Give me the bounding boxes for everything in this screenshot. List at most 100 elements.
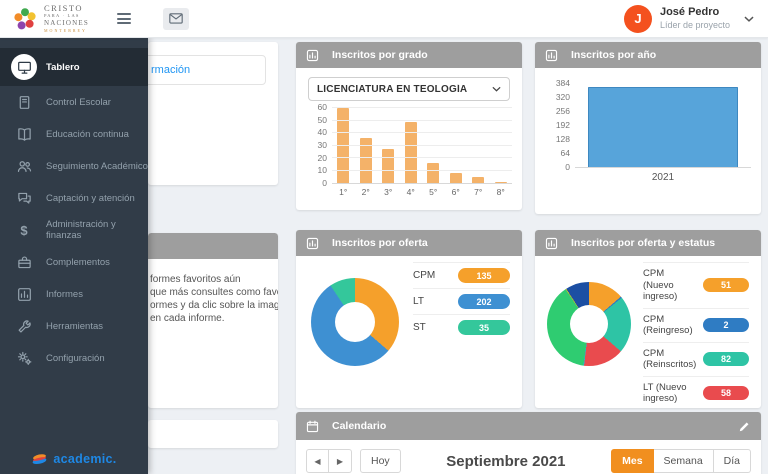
top-header: CRISTO PARA · LAS NACIONES MONTERREY J J… <box>0 0 768 38</box>
y-tick-label: 256 <box>556 106 570 116</box>
info-link[interactable]: rmación <box>148 64 190 76</box>
legend-value-badge: 2 <box>703 318 749 332</box>
card-inscritos-por-oferta: Inscritos por oferta CPM135LT202ST35 <box>296 230 522 408</box>
favorites-card: formes favoritos aúnque más consultes co… <box>148 233 278 408</box>
legend-value-badge: 135 <box>458 268 510 283</box>
y-tick-label: 0 <box>565 162 570 172</box>
sidebar-item-tablero[interactable]: Tablero <box>0 48 148 86</box>
x-tick-label: 3° <box>377 187 400 197</box>
monitor-icon <box>11 54 37 80</box>
legend-row: CPM (Reinscritos)82 <box>643 342 749 376</box>
card-header: Inscritos por grado <box>296 42 522 68</box>
users-icon <box>15 157 33 175</box>
legend-label: LT <box>413 296 458 308</box>
sidebar-item-label: Complementos <box>46 257 110 268</box>
calendar-view-button-dia[interactable]: Día <box>714 449 751 473</box>
favorites-text-line: en cada informe. <box>150 312 274 325</box>
favorites-text: formes favoritos aúnque más consultes co… <box>148 259 278 325</box>
sidebar-item-administracion-finanzas[interactable]: $Administración y finanzas <box>0 214 148 246</box>
legend-row: LT202 <box>413 288 510 314</box>
legend-row: ST35 <box>413 314 510 340</box>
bar-5° <box>427 163 439 183</box>
x-tick-label: 4° <box>400 187 423 197</box>
x-tick-label: 5° <box>422 187 445 197</box>
calendar-view-button-mes[interactable]: Mes <box>611 449 653 473</box>
x-tick-label: 2° <box>355 187 378 197</box>
donut-hole <box>335 302 376 343</box>
calendar-title: Calendario <box>332 420 386 432</box>
legend-row: CPM (Reingreso)2 <box>643 308 749 342</box>
favorites-text-line: ormes y da clic sobre la imagen de <box>150 299 274 312</box>
sidebar-item-informes[interactable]: Informes <box>0 278 148 310</box>
x-tick-label: 8° <box>490 187 513 197</box>
sidebar-item-educacion-continua[interactable]: Educación continua <box>0 118 148 150</box>
partial-card <box>148 420 278 448</box>
x-tick-label: 2021 <box>575 172 751 183</box>
calendar-next-button[interactable]: ▶ <box>329 449 352 473</box>
y-tick-label: 20 <box>318 153 327 163</box>
calendar-prev-button[interactable]: ◀ <box>306 449 329 473</box>
grado-bar-chart: 0102030405060 1°2°3°4°5°6°7°8° <box>296 108 522 197</box>
brand-label: academic. <box>53 452 116 466</box>
info-card: rmación <box>148 42 278 185</box>
legend-label: LT (Nuevo ingreso) <box>643 382 703 405</box>
org-logo: CRISTO PARA · LAS NACIONES MONTERREY <box>12 4 89 33</box>
info-link-box[interactable]: rmación <box>148 55 266 85</box>
bar-8° <box>495 182 507 183</box>
calendar-view-button-semana[interactable]: Semana <box>654 449 714 473</box>
bar-2021 <box>588 87 738 167</box>
chat-bubbles-icon <box>15 189 33 207</box>
calendar-icon <box>306 420 319 433</box>
x-tick-label: 7° <box>467 187 490 197</box>
y-tick-label: 30 <box>318 140 327 150</box>
chevron-down-icon <box>744 16 754 22</box>
card-title: Inscritos por oferta y estatus <box>571 237 715 249</box>
gears-icon <box>15 349 33 367</box>
logo-line3: NACIONES <box>44 20 89 27</box>
x-tick-label: 1° <box>332 187 355 197</box>
card-title: Inscritos por año <box>571 49 656 61</box>
card-title: Inscritos por oferta <box>332 237 428 249</box>
program-select-value: LICENCIATURA EN TEOLOGÍA <box>317 84 492 95</box>
sidebar-item-label: Administración y finanzas <box>46 219 148 241</box>
calendar-today-button[interactable]: Hoy <box>360 449 401 473</box>
user-menu[interactable]: J José Pedro Líder de proyecto <box>624 5 756 33</box>
sidebar-item-herramientas[interactable]: Herramientas <box>0 310 148 342</box>
favorites-text-line: formes favoritos aún <box>150 273 274 286</box>
org-logo-icon <box>12 6 38 32</box>
mail-button[interactable] <box>163 8 189 30</box>
legend-value-badge: 35 <box>458 320 510 335</box>
sidebar-item-seguimiento-academico[interactable]: Seguimiento Académico <box>0 150 148 182</box>
logo-line1: CRISTO <box>44 4 89 13</box>
estatus-legend: CPM (Nuevo ingreso)51CPM (Reingreso)2CPM… <box>643 262 749 408</box>
envelope-icon <box>168 11 184 26</box>
legend-label: ST <box>413 322 458 334</box>
y-tick-label: 192 <box>556 120 570 130</box>
sidebar-item-control-escolar[interactable]: Control Escolar <box>0 86 148 118</box>
y-tick-label: 384 <box>556 78 570 88</box>
calendar-view-switcher: MesSemanaDía <box>611 449 751 473</box>
program-select[interactable]: LICENCIATURA EN TEOLOGÍA <box>308 77 510 101</box>
calendar-toolbar: ◀ ▶ Hoy Septiembre 2021 MesSemanaDía <box>296 440 761 473</box>
legend-label: CPM <box>413 270 458 282</box>
card-inscritos-por-oferta-y-estatus: Inscritos por oferta y estatus CPM (Nuev… <box>535 230 761 408</box>
legend-row: CPM (Nuevo ingreso)51 <box>643 262 749 308</box>
sidebar-item-label: Configuración <box>46 353 105 364</box>
y-axis: 0102030405060 <box>306 108 332 184</box>
legend-value-badge: 202 <box>458 294 510 309</box>
sidebar-item-captacion-atencion[interactable]: Captación y atención <box>0 182 148 214</box>
donut-hole <box>570 305 609 344</box>
bar-chart-icon <box>306 237 319 250</box>
edit-pencil-icon[interactable] <box>738 420 751 433</box>
bar-chart-icon <box>545 237 558 250</box>
hamburger-menu-icon[interactable] <box>117 11 131 27</box>
legend-value-badge: 82 <box>703 352 749 366</box>
x-axis-labels: 2021 <box>575 171 751 183</box>
sidebar-item-complementos[interactable]: Complementos <box>0 246 148 278</box>
user-name: José Pedro <box>660 6 730 20</box>
logo-line4: MONTERREY <box>44 29 89 33</box>
legend-label: CPM (Reinscritos) <box>643 348 703 371</box>
card-header: Inscritos por oferta y estatus <box>535 230 761 256</box>
chevron-down-icon <box>492 86 501 92</box>
sidebar-item-configuracion[interactable]: Configuración <box>0 342 148 374</box>
